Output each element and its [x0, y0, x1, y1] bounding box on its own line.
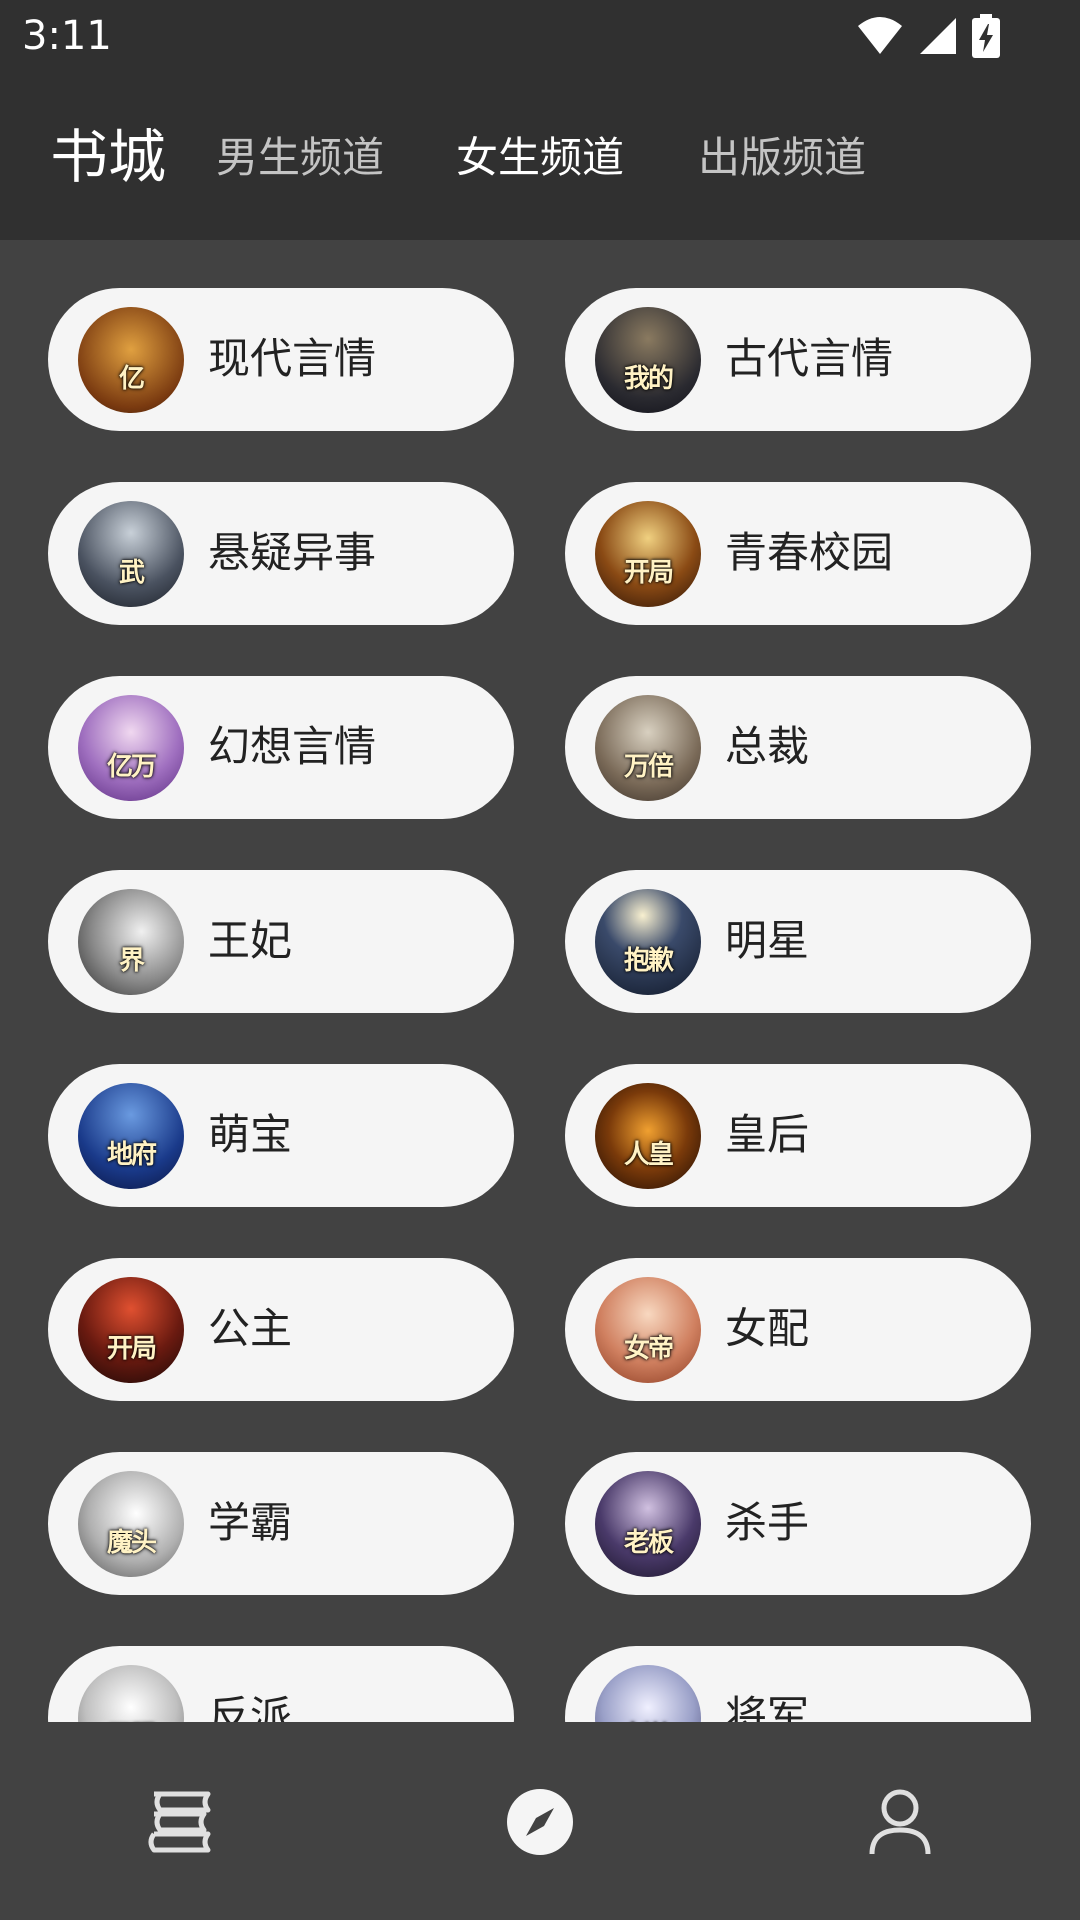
category-card[interactable]: 女配 — [565, 1258, 1031, 1401]
bookshelf-icon — [148, 1791, 211, 1853]
book-cover-image — [78, 1665, 184, 1722]
tab-publish-channel[interactable]: 出版频道 — [698, 132, 866, 184]
tab-female-channel[interactable]: 女生频道 — [456, 132, 624, 184]
category-card[interactable]: 反派 — [48, 1646, 514, 1722]
category-card[interactable]: 明星 — [565, 870, 1031, 1013]
category-label: 悬疑异事 — [208, 528, 377, 577]
category-card[interactable]: 公主 — [48, 1258, 514, 1401]
nav-bookshelf[interactable] — [144, 1786, 216, 1858]
book-cover-image — [78, 501, 184, 607]
category-label: 王妃 — [208, 916, 293, 965]
nav-discover[interactable] — [504, 1786, 576, 1858]
category-label: 公主 — [208, 1304, 293, 1353]
page-title: 书城 — [50, 123, 167, 191]
book-cover-image — [595, 1083, 701, 1189]
category-label: 总裁 — [725, 722, 810, 771]
status-bar: 3:11 — [0, 0, 1080, 72]
app-header: 书城 男生频道 女生频道 出版频道 — [0, 72, 1080, 240]
category-label: 现代言情 — [208, 334, 377, 383]
category-card[interactable]: 萌宝 — [48, 1064, 514, 1207]
category-card[interactable]: 学霸 — [48, 1452, 514, 1595]
book-cover-image — [78, 307, 184, 413]
book-cover-image — [595, 1277, 701, 1383]
bottom-nav — [0, 1722, 1080, 1920]
category-label: 幻想言情 — [208, 722, 377, 771]
category-label: 青春校园 — [725, 528, 894, 577]
book-cover-image — [595, 1471, 701, 1577]
category-card[interactable]: 悬疑异事 — [48, 482, 514, 625]
category-card[interactable]: 幻想言情 — [48, 676, 514, 819]
wifi-icon — [858, 17, 902, 54]
category-label: 杀手 — [725, 1498, 810, 1547]
book-cover-image — [78, 1471, 184, 1577]
category-label: 女配 — [725, 1304, 810, 1353]
book-cover-image — [595, 501, 701, 607]
profile-icon — [869, 1789, 931, 1855]
nav-profile[interactable] — [864, 1786, 936, 1858]
category-label: 明星 — [725, 916, 810, 965]
category-card[interactable]: 王妃 — [48, 870, 514, 1013]
category-label: 将军 — [725, 1692, 810, 1722]
status-time: 3:11 — [22, 13, 112, 59]
discover-compass-icon — [507, 1789, 573, 1855]
book-cover-image — [78, 1277, 184, 1383]
category-card[interactable]: 现代言情 — [48, 288, 514, 431]
category-label: 古代言情 — [725, 334, 894, 383]
cell-signal-icon — [920, 18, 956, 54]
book-cover-image — [595, 1665, 701, 1722]
category-label: 皇后 — [725, 1110, 810, 1159]
category-grid: 现代言情 古代言情 悬疑异事 青春校园 幻想言情 总裁 王妃 明星 萌宝 皇后 — [0, 240, 1080, 1722]
category-card[interactable]: 将军 — [565, 1646, 1031, 1722]
book-cover-image — [595, 695, 701, 801]
book-cover-image — [78, 1083, 184, 1189]
book-cover-image — [78, 695, 184, 801]
category-card[interactable]: 古代言情 — [565, 288, 1031, 431]
book-cover-image — [595, 889, 701, 995]
tab-male-channel[interactable]: 男生频道 — [216, 132, 384, 184]
category-label: 反派 — [208, 1692, 293, 1722]
book-cover-image — [78, 889, 184, 995]
battery-charging-icon — [972, 14, 1000, 58]
category-card[interactable]: 青春校园 — [565, 482, 1031, 625]
category-card[interactable]: 皇后 — [565, 1064, 1031, 1207]
category-label: 学霸 — [208, 1498, 293, 1547]
status-icons — [856, 14, 1000, 58]
book-cover-image — [595, 307, 701, 413]
category-label: 萌宝 — [208, 1110, 293, 1159]
category-card[interactable]: 总裁 — [565, 676, 1031, 819]
category-card[interactable]: 杀手 — [565, 1452, 1031, 1595]
